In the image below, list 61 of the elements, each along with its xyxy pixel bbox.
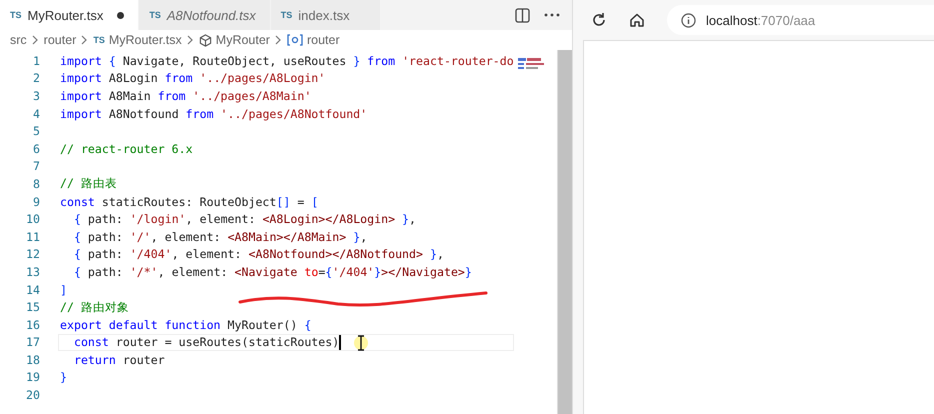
code-line: import A8Notfound from '../pages/A8Notfound' <box>60 106 368 121</box>
reload-icon[interactable] <box>591 12 607 28</box>
chevron-icon <box>274 35 282 45</box>
code-line: // react-router 6.x <box>60 142 193 156</box>
chevron-icon <box>186 35 194 45</box>
line-number: 5 <box>32 124 41 138</box>
code-line: // 路由对象 <box>60 300 129 315</box>
chevron-icon <box>32 35 39 45</box>
line-number: 12 <box>25 247 41 262</box>
breadcrumb-item[interactable]: router <box>286 33 340 47</box>
code-line: { path: '/*', element: <Navigate to={'/404'}></Navigate>} <box>72 264 472 279</box>
split-editor-icon[interactable] <box>515 8 530 22</box>
line-number: 10 <box>25 212 41 226</box>
editor-tab[interactable]: TS A8Notfound.tsx <box>139 0 271 30</box>
code-line: { path: '/404', element: <A8Notfound></A8Notfound> }, <box>72 247 444 262</box>
info-icon <box>681 12 696 28</box>
code-line: ] <box>60 282 67 297</box>
breadcrumb-item[interactable]: src <box>10 33 27 47</box>
code-line: return router <box>72 352 165 367</box>
line-number: 8 <box>32 176 41 191</box>
editor-tab[interactable]: TS index.tsx <box>270 0 381 30</box>
line-number: 11 <box>25 230 41 244</box>
code-line: export default function MyRouter() { <box>60 318 312 332</box>
code-line: import A8Login from '../pages/A8Login' <box>60 71 326 86</box>
breadcrumb-item[interactable]: router <box>44 33 76 47</box>
breadcrumb-item[interactable]: TS MyRouter.tsx <box>93 33 182 47</box>
line-number: 13 <box>25 264 41 279</box>
code-line: import { Navigate, RouteObject, useRoutes } from 'react-router-do <box>60 54 514 68</box>
line-number: 9 <box>32 194 41 209</box>
line-number: 7 <box>32 159 41 174</box>
cube-icon <box>198 34 212 46</box>
url-text: localhost:7070/aaa <box>706 12 816 28</box>
text-caret <box>339 334 342 350</box>
code-line: const router = useRoutes(staticRoutes) <box>72 335 340 350</box>
address-bar[interactable]: localhost:7070/aaa <box>667 5 934 35</box>
line-number: 6 <box>32 142 41 156</box>
variable-icon <box>286 34 303 46</box>
home-icon[interactable] <box>629 12 645 28</box>
code-line: // 路由表 <box>60 176 117 192</box>
line-number: 17 <box>25 335 41 350</box>
text-cursor-icon <box>354 333 368 353</box>
scrollbar[interactable] <box>556 50 572 414</box>
line-number: 3 <box>32 88 41 103</box>
editor-tab[interactable]: TS MyRouter.tsx <box>0 0 140 30</box>
line-number: 2 <box>32 71 41 86</box>
line-number: 18 <box>25 352 41 367</box>
line-number: 14 <box>25 282 41 297</box>
code-line: } <box>60 370 67 384</box>
code-line: import A8Main from '../pages/A8Main' <box>60 88 312 103</box>
line-number: 1 <box>32 54 41 68</box>
code-line: { path: '/', element: <A8Main></A8Main> }, <box>72 230 368 244</box>
code-line: const staticRoutes: RouteObject[] = [ <box>60 194 318 209</box>
chevron-icon <box>81 35 88 45</box>
line-number: 19 <box>25 370 41 384</box>
line-number: 15 <box>25 300 41 314</box>
line-number: 4 <box>32 106 41 121</box>
breadcrumb-item[interactable]: MyRouter <box>198 33 270 47</box>
code-line: { path: '/login', element: <A8Login></A8Login> }, <box>72 212 416 226</box>
line-number: 20 <box>25 388 41 402</box>
more-actions-icon[interactable] <box>544 13 560 17</box>
line-number: 16 <box>25 318 41 332</box>
